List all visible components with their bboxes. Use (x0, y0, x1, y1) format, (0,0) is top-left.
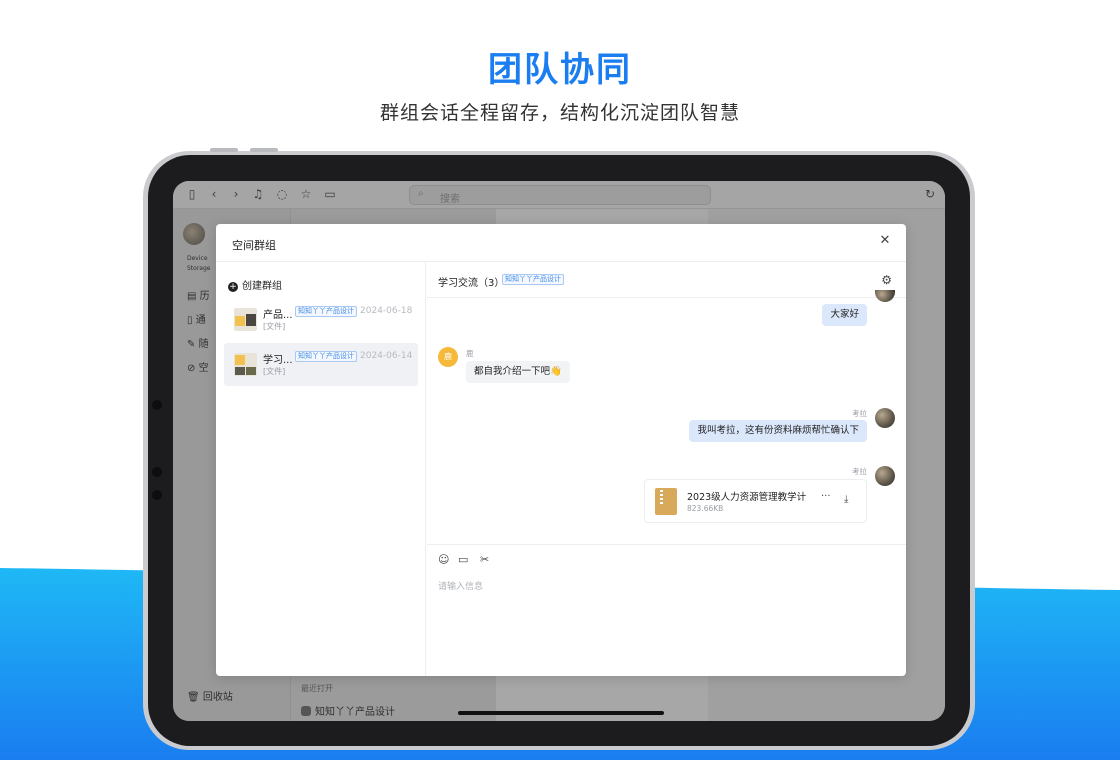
sidebar-item-book[interactable]: ▯ 通 (187, 311, 206, 326)
promo-stage: 团队协同 群组会话全程留存，结构化沉淀团队智慧 ▯ ‹ › ♫ ◌ ☆ ▭ ⌕ … (0, 0, 1120, 760)
emoji-icon[interactable]: ☺ (438, 553, 449, 566)
download-icon[interactable]: ⤓ (844, 494, 848, 505)
message-composer: ☺ ▭ ✂ (427, 544, 906, 676)
message-bubble: 我叫考拉，这有份资料麻烦帮忙确认下 (689, 420, 867, 442)
group-name: 产品... (263, 310, 293, 321)
group-tag: 知知丫丫产品设计 (295, 351, 357, 362)
bell-icon[interactable]: ♫ (251, 187, 265, 201)
storage-device-label: Device (187, 255, 208, 262)
sender-name: 考拉 (852, 409, 867, 418)
calendar-icon: ▤ (187, 291, 200, 302)
gear-icon[interactable]: ⚙ (881, 273, 892, 287)
message-bubble: 都自我介绍一下吧👋 (466, 361, 570, 383)
sidebar-item-space[interactable]: ⊘ 空 (187, 359, 209, 374)
chat-title: 学习交流（3） (438, 278, 505, 289)
doc-icon (301, 706, 311, 716)
file-card[interactable]: 2023级人力资源管理教学计 823.66KB ... ⤓ (644, 479, 867, 523)
group-name: 学习... (263, 355, 293, 366)
forward-icon[interactable]: › (229, 187, 243, 201)
tablet-top-button (250, 148, 278, 152)
group-date: 2024-06-14 (360, 351, 413, 361)
sidebar-item-trash[interactable]: 🗑 回收站 (187, 688, 233, 703)
sidebar-toggle-icon[interactable]: ▯ (185, 187, 199, 201)
recent-item[interactable]: 知知丫丫产品设计 (301, 703, 395, 718)
avatar[interactable]: 鹿 (438, 347, 458, 367)
home-indicator[interactable] (458, 711, 664, 715)
create-group-button[interactable]: + 创建群组 (228, 277, 282, 292)
hero-title: 团队协同 (488, 50, 632, 90)
file-name: 2023级人力资源管理教学计 (687, 492, 807, 503)
avatar[interactable] (875, 466, 895, 486)
chat-tag: 知知丫丫产品设计 (502, 274, 564, 285)
camera-dot (152, 467, 162, 477)
message-input[interactable] (438, 579, 878, 659)
group-chat-modal: 空间群组 ✕ + 创建群组 产品... 知知丫丫产品设计 2024-06-18 [… (216, 224, 906, 676)
modal-title: 空间群组 (232, 239, 276, 252)
close-icon[interactable]: ✕ (878, 234, 892, 248)
group-date: 2024-06-18 (360, 306, 413, 316)
avatar[interactable] (875, 408, 895, 428)
tablet-top-button (210, 148, 238, 152)
group-item[interactable]: 学习... 知知丫丫产品设计 2024-06-14 [文件] (224, 343, 418, 386)
sender-name: 鹿 (466, 349, 474, 358)
group-last-message: [文件] (263, 367, 286, 376)
book-icon: ▯ (187, 315, 196, 326)
camera-dot (152, 400, 162, 410)
refresh-icon[interactable]: ↻ (923, 187, 937, 201)
chat-header: 学习交流（3） 知知丫丫产品设计 ⚙ (427, 262, 906, 298)
group-tag: 知知丫丫产品设计 (295, 306, 357, 317)
group-thumbnail (234, 353, 257, 376)
search-placeholder: 搜索 (440, 194, 460, 205)
group-item[interactable]: 产品... 知知丫丫产品设计 2024-06-18 [文件] (224, 298, 418, 341)
modal-header: 空间群组 ✕ (216, 224, 906, 262)
link-icon: ⊘ (187, 363, 199, 374)
folder-icon[interactable]: ▭ (323, 187, 337, 201)
zip-file-icon (655, 488, 677, 515)
search-icon: ⌕ (418, 188, 424, 199)
search-input[interactable]: ⌕ 搜索 (409, 185, 711, 205)
folder-icon[interactable]: ▭ (458, 553, 468, 566)
recent-label: 最近打开 (301, 684, 333, 693)
camera-dot (152, 490, 162, 500)
back-icon[interactable]: ‹ (207, 187, 221, 201)
sidebar-item-notes[interactable]: ✎ 随 (187, 335, 209, 350)
scissors-icon[interactable]: ✂ (480, 553, 489, 566)
sidebar-item-calendar[interactable]: ▤ 历 (187, 287, 210, 302)
message-bubble: 大家好 (822, 304, 867, 326)
storage-label: Storage (187, 265, 211, 272)
hero-subtitle: 群组会话全程留存，结构化沉淀团队智慧 (379, 102, 740, 124)
user-avatar[interactable] (183, 223, 205, 245)
file-size: 823.66KB (687, 504, 724, 513)
group-thumbnail (234, 308, 257, 331)
app-toolbar: ▯ ‹ › ♫ ◌ ☆ ▭ ⌕ 搜索 ↻ (173, 181, 945, 209)
plus-icon: + (228, 282, 238, 292)
sender-name: 考拉 (852, 467, 867, 476)
edit-icon: ✎ (187, 339, 199, 350)
trash-icon: 🗑 (187, 692, 203, 703)
group-list: + 创建群组 产品... 知知丫丫产品设计 2024-06-18 [文件] 学习.… (216, 262, 426, 676)
chat-panel: 学习交流（3） 知知丫丫产品设计 ⚙ 大家好 鹿 鹿 都自我介绍一下吧👋 考拉 … (427, 262, 906, 676)
star-icon[interactable]: ☆ (299, 187, 313, 201)
avatar[interactable] (875, 290, 895, 302)
chat-icon[interactable]: ◌ (275, 187, 289, 201)
group-last-message: [文件] (263, 322, 286, 331)
more-icon[interactable]: ... (821, 488, 831, 499)
